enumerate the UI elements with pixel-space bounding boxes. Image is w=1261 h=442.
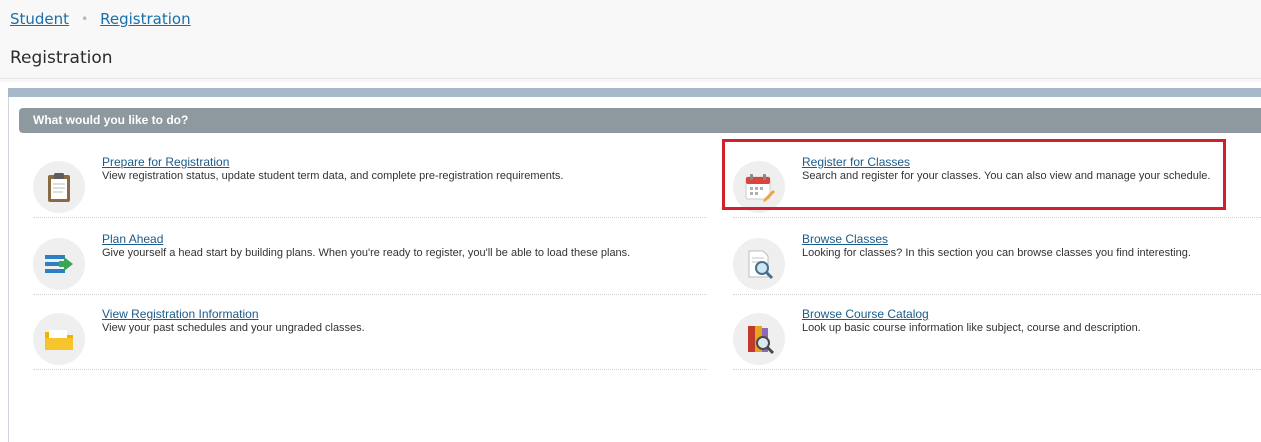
option-plan-ahead[interactable]: Plan Ahead Give yourself a head start by… [33, 232, 707, 295]
document-magnifier-icon [733, 238, 785, 290]
register-for-classes-link[interactable]: Register for Classes [802, 155, 910, 169]
option-view-registration-information[interactable]: View Registration Information View your … [33, 307, 707, 370]
option-register-for-classes[interactable]: Register for Classes Search and register… [733, 155, 1261, 218]
book-magnifier-icon [733, 313, 785, 365]
list-arrow-icon [33, 238, 85, 290]
frame-top-bar [8, 88, 1261, 97]
plan-ahead-link[interactable]: Plan Ahead [102, 232, 163, 246]
calendar-pencil-icon [733, 161, 785, 213]
plan-ahead-description: Give yourself a head start by building p… [102, 247, 631, 259]
option-browse-classes[interactable]: Browse Classes Looking for classes? In t… [733, 232, 1261, 295]
browse-course-catalog-link[interactable]: Browse Course Catalog [802, 307, 929, 321]
option-browse-course-catalog[interactable]: Browse Course Catalog Look up basic cour… [733, 307, 1261, 370]
browse-classes-link[interactable]: Browse Classes [802, 232, 888, 246]
breadcrumb-separator: • [81, 12, 89, 26]
title-divider [0, 78, 1261, 79]
page-title: Registration [10, 48, 113, 68]
view-registration-information-description: View your past schedules and your ungrad… [102, 322, 365, 334]
browse-course-catalog-description: Look up basic course information like su… [802, 322, 1141, 334]
section-header: What would you like to do? [19, 108, 1261, 133]
browse-classes-description: Looking for classes? In this section you… [802, 247, 1191, 259]
breadcrumb-student-link[interactable]: Student [10, 10, 69, 28]
breadcrumb: Student • Registration [10, 8, 191, 30]
view-registration-information-link[interactable]: View Registration Information [102, 307, 259, 321]
breadcrumb-registration-link[interactable]: Registration [100, 10, 190, 28]
option-prepare-for-registration[interactable]: Prepare for Registration View registrati… [33, 155, 707, 218]
clipboard-icon [33, 161, 85, 213]
prepare-for-registration-link[interactable]: Prepare for Registration [102, 155, 229, 169]
prepare-for-registration-description: View registration status, update student… [102, 170, 564, 182]
folder-icon [33, 313, 85, 365]
register-for-classes-description: Search and register for your classes. Yo… [802, 170, 1211, 182]
